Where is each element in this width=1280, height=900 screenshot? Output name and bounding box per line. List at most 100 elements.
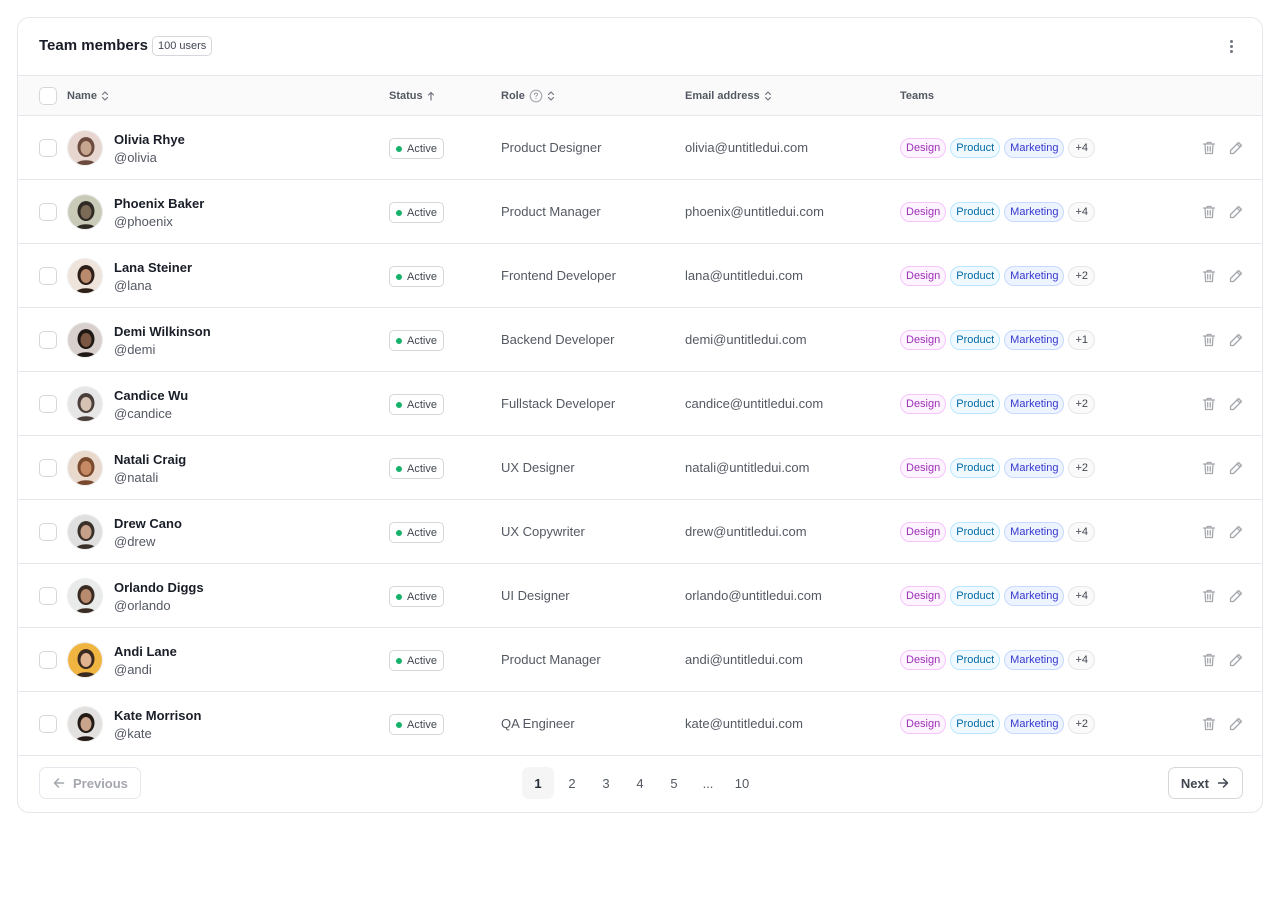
row-checkbox[interactable] [39,267,57,285]
user-role: UX Copywriter [501,524,585,539]
status-label: Active [407,462,437,475]
row-checkbox[interactable] [39,459,57,477]
table-row[interactable]: Andi Lane @andi Active Product Manager a… [18,628,1262,692]
user-role: UX Designer [501,460,575,475]
edit-pencil-icon[interactable] [1228,396,1244,412]
table-row[interactable]: Drew Cano @drew Active UX Copywriter dre… [18,500,1262,564]
avatar-image [68,707,102,741]
trash-icon[interactable] [1201,652,1217,668]
table-row[interactable]: Natali Craig @natali Active UX Designer … [18,436,1262,500]
trash-icon[interactable] [1201,460,1217,476]
edit-pencil-icon[interactable] [1228,332,1244,348]
previous-button[interactable]: Previous [39,767,141,799]
team-tags: Design Product Marketing +4 [900,202,1096,222]
status-label: Active [407,398,437,411]
row-checkbox[interactable] [39,651,57,669]
column-email[interactable]: Email address [685,76,772,116]
row-checkbox[interactable] [39,139,57,157]
team-tags: Design Product Marketing +2 [900,714,1096,734]
status-badge: Active [389,714,444,735]
table-row[interactable]: Olivia Rhye @olivia Active Product Desig… [18,116,1262,180]
row-checkbox[interactable] [39,587,57,605]
more-teams-tag: +2 [1068,266,1096,286]
dot-icon [1229,44,1233,48]
column-role[interactable]: Role [501,76,555,116]
edit-pencil-icon[interactable] [1228,524,1244,540]
table-row[interactable]: Phoenix Baker @phoenix Active Product Ma… [18,180,1262,244]
avatar [67,386,103,422]
avatar [67,642,103,678]
table-row[interactable]: Lana Steiner @lana Active Frontend Devel… [18,244,1262,308]
trash-icon[interactable] [1201,204,1217,220]
trash-icon[interactable] [1201,396,1217,412]
row-checkbox[interactable] [39,523,57,541]
row-checkbox[interactable] [39,395,57,413]
status-badge: Active [389,586,444,607]
trash-icon[interactable] [1201,332,1217,348]
status-dot-icon [396,657,402,664]
page-button[interactable]: 4 [624,767,656,799]
page-button[interactable]: 5 [658,767,690,799]
edit-pencil-icon[interactable] [1228,268,1244,284]
table-row[interactable]: Orlando Diggs @orlando Active UI Designe… [18,564,1262,628]
page-button[interactable]: 10 [726,767,758,799]
team-tag: Product [950,266,1001,286]
team-tag: Marketing [1004,394,1065,414]
select-all-checkbox[interactable] [39,87,57,105]
user-email: natali@untitledui.com [685,460,810,475]
avatar-image [68,259,102,293]
user-name: Lana Steiner [114,260,193,275]
status-badge: Active [389,394,444,415]
more-teams-tag: +4 [1068,202,1096,222]
team-tags: Design Product Marketing +4 [900,138,1096,158]
page-button[interactable]: 2 [556,767,588,799]
sort-icon [101,91,109,101]
status-label: Active [407,270,437,283]
table-row[interactable]: Candice Wu @candice Active Fullstack Dev… [18,372,1262,436]
team-tag: Marketing [1004,330,1065,350]
user-handle: @demi [114,342,156,357]
more-teams-tag: +4 [1068,586,1096,606]
avatar-image [68,323,102,357]
avatar [67,514,103,550]
team-tag: Design [900,394,947,414]
more-teams-tag: +1 [1068,330,1096,350]
edit-pencil-icon[interactable] [1228,204,1244,220]
user-email: kate@untitledui.com [685,716,803,731]
trash-icon[interactable] [1201,716,1217,732]
row-checkbox[interactable] [39,203,57,221]
next-button[interactable]: Next [1167,767,1243,799]
column-email-label: Email address [685,90,760,102]
table-row[interactable]: Demi Wilkinson @demi Active Backend Deve… [18,308,1262,372]
edit-pencil-icon[interactable] [1228,140,1244,156]
team-tags: Design Product Marketing +4 [900,586,1096,606]
trash-icon[interactable] [1201,588,1217,604]
status-dot-icon [396,721,402,728]
edit-pencil-icon[interactable] [1228,460,1244,476]
column-name[interactable]: Name [67,76,109,116]
trash-icon[interactable] [1201,268,1217,284]
table-header: Name Status Role Email address Teams [18,76,1262,116]
status-dot-icon [396,465,402,472]
trash-icon[interactable] [1201,524,1217,540]
arrow-left-icon [53,778,65,788]
team-tag: Marketing [1004,650,1065,670]
page-button[interactable]: 3 [590,767,622,799]
team-tags: Design Product Marketing +2 [900,394,1096,414]
column-status[interactable]: Status [389,76,435,116]
row-checkbox[interactable] [39,331,57,349]
edit-pencil-icon[interactable] [1228,716,1244,732]
edit-pencil-icon[interactable] [1228,652,1244,668]
more-options-button[interactable] [1222,35,1240,57]
row-checkbox[interactable] [39,715,57,733]
user-name: Andi Lane [114,644,177,659]
edit-pencil-icon[interactable] [1228,588,1244,604]
team-tag: Product [950,330,1001,350]
page-button[interactable]: 1 [522,767,554,799]
table-row[interactable]: Kate Morrison @kate Active QA Engineer k… [18,692,1262,756]
trash-icon[interactable] [1201,140,1217,156]
user-email: phoenix@untitledui.com [685,204,824,219]
dot-icon [1229,39,1233,43]
team-tag: Product [950,138,1001,158]
avatar-image [68,579,102,613]
